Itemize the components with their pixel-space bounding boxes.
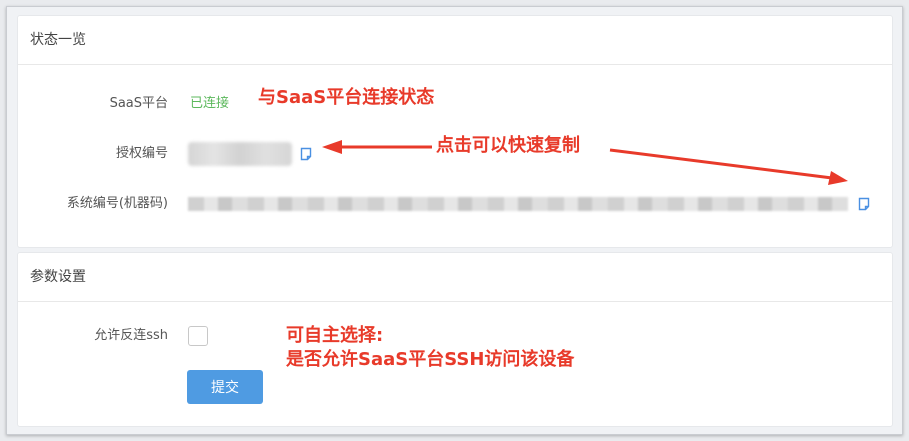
annotation-arrows	[322, 140, 848, 185]
arrow-right-line	[609, 148, 833, 180]
arrow-left-head	[322, 140, 342, 154]
arrow-right-head	[828, 171, 848, 185]
